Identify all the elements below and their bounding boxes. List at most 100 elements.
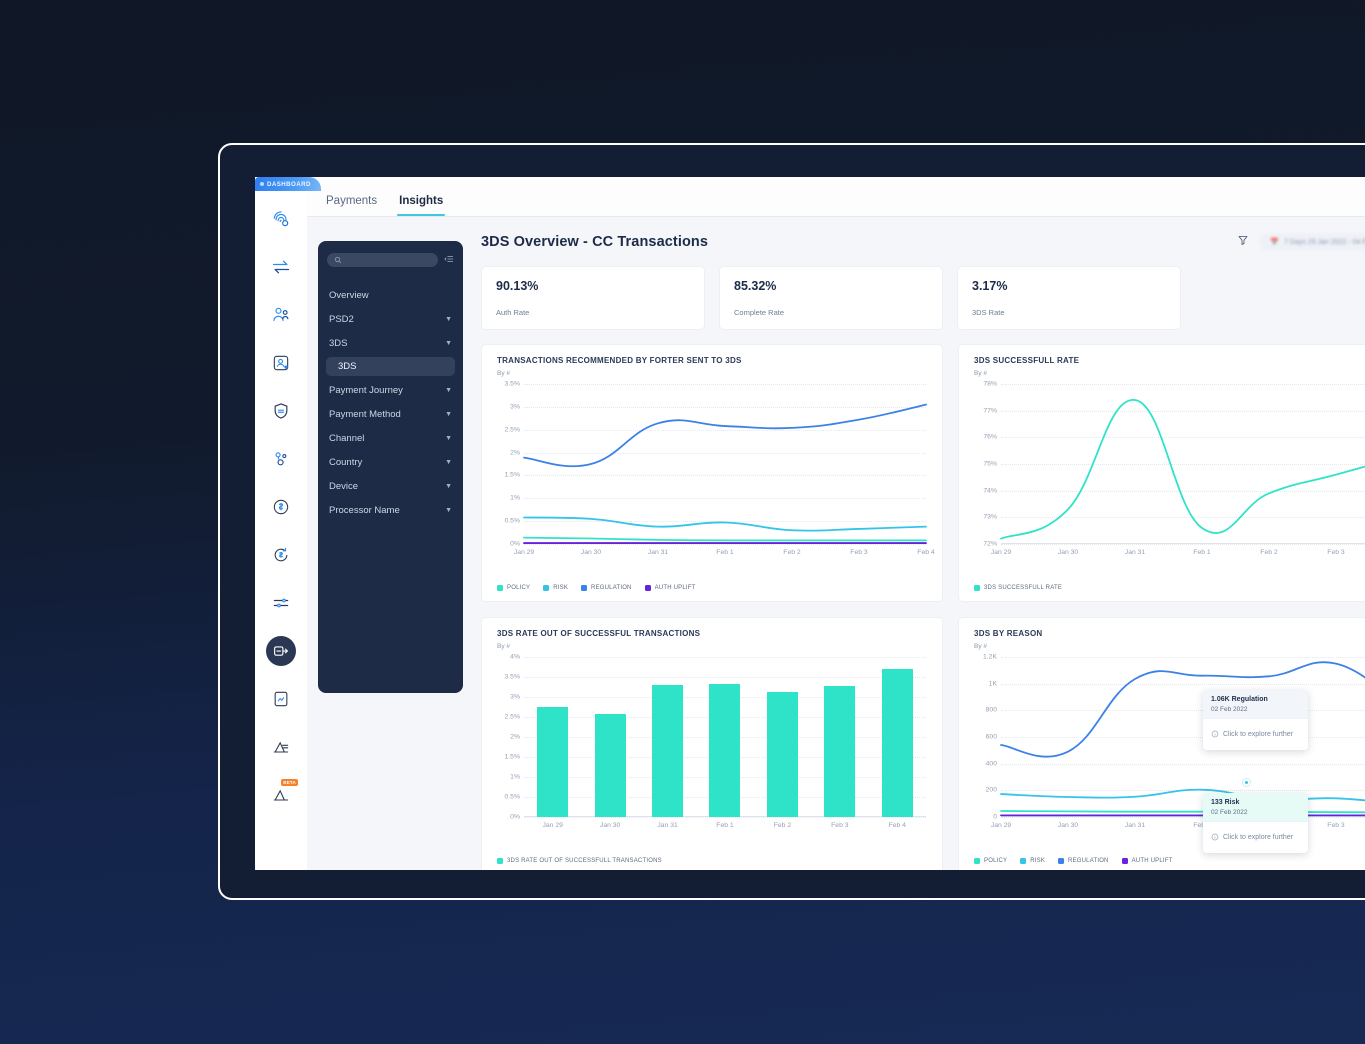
insights-sidebar: Overview PSD2 ▼ 3DS ▼ 3DS Payment Journe…	[318, 241, 463, 693]
sidebar-item-processor-name[interactable]: Processor Name ▼	[318, 498, 463, 522]
legend-item[interactable]: RISK	[1020, 858, 1045, 864]
bar[interactable]	[537, 707, 569, 817]
legend-swatch	[1058, 858, 1065, 864]
app-viewport: DASHBOARD BETA Payments Insights Overvie…	[255, 177, 1365, 870]
series-line[interactable]	[1001, 662, 1365, 757]
sidebar-item-label: Channel	[329, 432, 365, 444]
header-tools: 📅 7 Days 29 Jan 2022 - 04 Feb 2022 Sen	[1237, 233, 1365, 251]
x-axis-tick-label: Feb 4	[917, 549, 935, 556]
series-line[interactable]	[524, 405, 926, 467]
sidebar-search-row	[318, 251, 463, 269]
bar[interactable]	[766, 692, 798, 817]
bar-series	[524, 657, 926, 817]
gridline	[1001, 544, 1365, 545]
tooltip-hint: Click to explore further	[1223, 833, 1294, 841]
date-range-selector[interactable]: 📅 7 Days 29 Jan 2022 - 04 Feb 2022	[1259, 233, 1365, 251]
chart-legend: 3DS RATE OUT OF SUCCESSFULL TRANSACTIONS	[497, 858, 662, 864]
legend-item[interactable]: REGULATION	[1058, 858, 1109, 864]
chart-grid-area: 0% 0.5% 1% 1.5% 2% 2.5% 3% 3.5% 4% Jan 29 Jan 30 Ja…	[505, 654, 926, 829]
series-line[interactable]	[524, 538, 926, 541]
main-content: 3DS Overview - CC Transactions 📅 7 Days …	[463, 217, 1365, 870]
settings-nodes-icon[interactable]	[266, 444, 296, 474]
chart-tooltip-regulation[interactable]: 1.06K Regulation 02 Feb 2022 Click to ex…	[1203, 690, 1308, 750]
legend-item[interactable]: AUTH UPLIFT	[644, 585, 696, 591]
bar-cell	[524, 657, 581, 817]
series-line[interactable]	[1001, 790, 1365, 805]
chart-tooltip-risk[interactable]: 133 Risk 02 Feb 2022 Click to explore fu…	[1203, 793, 1308, 853]
content-header: 3DS Overview - CC Transactions 📅 7 Days …	[481, 230, 1365, 254]
legend-item[interactable]: REGULATION	[581, 585, 632, 591]
users-icon[interactable]	[266, 300, 296, 330]
bar-cell	[754, 657, 811, 817]
legend-item[interactable]: POLICY	[974, 858, 1007, 864]
bar[interactable]	[594, 713, 626, 817]
chargeback-icon[interactable]	[266, 492, 296, 522]
fingerprint-icon[interactable]	[266, 204, 296, 234]
legend-item[interactable]: 3DS RATE OUT OF SUCCESSFULL TRANSACTIONS	[497, 858, 662, 864]
sidebar-item-channel[interactable]: Channel ▼	[318, 426, 463, 450]
chart-title: 3DS RATE OUT OF SUCCESSFUL TRANSACTIONS	[497, 629, 701, 638]
shield-icon[interactable]	[266, 396, 296, 426]
bar[interactable]	[652, 685, 684, 817]
legend-label: REGULATION	[1068, 858, 1109, 864]
refund-icon[interactable]	[266, 540, 296, 570]
chart-subtitle: By #	[497, 370, 511, 377]
y-axis-tick-label: 0.5%	[504, 793, 521, 801]
analytics-chart-icon[interactable]	[266, 732, 296, 762]
gridline	[524, 544, 926, 545]
bar-cell	[811, 657, 868, 817]
series-line[interactable]	[1001, 811, 1365, 812]
gridline	[1001, 817, 1365, 818]
bar[interactable]	[824, 685, 856, 817]
legend-item[interactable]: POLICY	[497, 585, 530, 591]
tooltip-value: 1.06K Regulation	[1211, 696, 1268, 703]
series-line[interactable]	[524, 517, 926, 530]
page-body: Overview PSD2 ▼ 3DS ▼ 3DS Payment Journe…	[307, 217, 1365, 870]
chart-data-point-marker[interactable]	[1243, 779, 1250, 786]
bar[interactable]	[709, 684, 741, 817]
tab-payments[interactable]: Payments	[326, 195, 377, 216]
sidebar-item-device[interactable]: Device ▼	[318, 474, 463, 498]
filter-icon[interactable]	[1237, 233, 1249, 251]
y-axis-tick-label: 78%	[983, 380, 997, 388]
y-axis-tick-label: 800	[985, 706, 997, 714]
x-axis-tick-label: Jan 29	[513, 549, 535, 556]
sidebar-item-country[interactable]: Country ▼	[318, 450, 463, 474]
sidebar-item-insights-active[interactable]	[266, 636, 296, 666]
chevron-down-icon: ▼	[445, 410, 452, 418]
sidebar-item-psd2[interactable]: PSD2 ▼	[318, 307, 463, 331]
dashboard-tab-badge[interactable]: DASHBOARD	[255, 177, 321, 191]
collapse-sidebar-icon[interactable]	[444, 251, 454, 269]
x-axis-tick-label: Feb 3	[1327, 822, 1345, 829]
tooltip-footer[interactable]: Click to explore further	[1203, 821, 1308, 853]
tooltip-header: 1.06K Regulation 02 Feb 2022	[1203, 690, 1308, 718]
identity-badge-icon[interactable]	[266, 348, 296, 378]
filters-sliders-icon[interactable]	[266, 588, 296, 618]
tab-insights[interactable]: Insights	[397, 195, 446, 216]
y-axis-tick-label: 0%	[510, 540, 520, 548]
y-axis-tick-label: 2.5%	[504, 426, 521, 434]
chart-legend: 3DS SUCCESSFULL RATE	[974, 585, 1062, 591]
series-line[interactable]	[1001, 400, 1365, 539]
legend-item[interactable]: AUTH UPLIFT	[1121, 858, 1173, 864]
legend-item[interactable]: RISK	[543, 585, 568, 591]
chart-grid-area: 0 200 400 600 800 1K 1.2K Jan 29 Jan 30 Jan 31 Feb…	[983, 654, 1365, 829]
search-input[interactable]	[327, 253, 438, 267]
sidebar-item-payment-journey[interactable]: Payment Journey ▼	[318, 378, 463, 402]
tooltip-footer[interactable]: Click to explore further	[1203, 718, 1308, 750]
kpi-value: 85.32%	[734, 279, 777, 293]
transactions-arrows-icon[interactable]	[266, 252, 296, 282]
legend-label: AUTH UPLIFT	[1131, 858, 1173, 864]
sidebar-item-overview[interactable]: Overview	[318, 283, 463, 307]
bar[interactable]	[881, 669, 913, 817]
report-document-icon[interactable]	[266, 684, 296, 714]
analytics-beta-icon[interactable]: BETA	[266, 779, 298, 810]
chevron-down-icon: ▼	[445, 506, 452, 514]
sidebar-item-payment-method[interactable]: Payment Method ▼	[318, 402, 463, 426]
sidebar-item-3ds[interactable]: 3DS ▼	[318, 331, 463, 355]
kpi-label: Auth Rate	[496, 308, 530, 317]
sidebar-item-label: PSD2	[329, 313, 354, 325]
sidebar-subitem-3ds-selected[interactable]: 3DS	[326, 357, 455, 376]
x-axis-tick-label: Jan 30	[1057, 549, 1079, 556]
legend-item[interactable]: 3DS SUCCESSFULL RATE	[974, 585, 1062, 591]
